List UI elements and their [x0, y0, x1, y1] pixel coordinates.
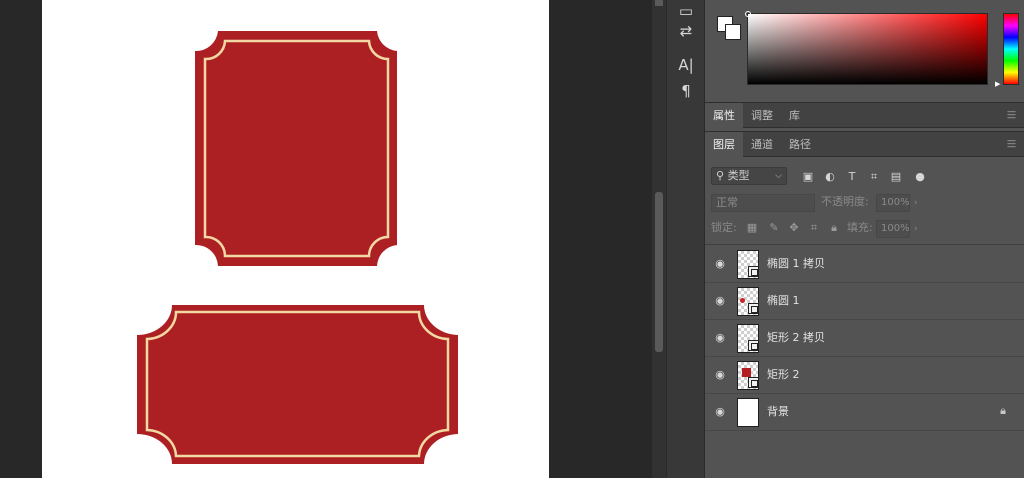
- shape-layer-badge-icon: [748, 303, 759, 314]
- lock-pixels-icon[interactable]: ✎: [767, 221, 781, 235]
- layer-name[interactable]: 椭圆 1: [767, 293, 800, 309]
- red-dot-preview: [740, 298, 745, 303]
- blend-mode-label: 正常: [716, 196, 738, 209]
- layer-row-background[interactable]: ◉ 背景 🔒︎: [705, 394, 1024, 431]
- lock-label: 锁定:: [711, 221, 737, 234]
- eye-icon[interactable]: ◉: [713, 294, 727, 308]
- search-icon: ⚲: [716, 169, 725, 182]
- foreground-color-swatch[interactable]: [725, 24, 741, 40]
- top-frame-shape[interactable]: [195, 31, 397, 266]
- shape-layer-badge-icon: [748, 266, 759, 277]
- right-panel: ▶ 属性 调整 库 — — — 图层 通道 路径 — — — ⚲ 类型 ⌵ ▣ ◐ T …: [704, 0, 1024, 478]
- layer-thumbnail[interactable]: [737, 324, 759, 353]
- canvas-artwork: [137, 31, 458, 464]
- fill-chevron-icon[interactable]: ›: [914, 220, 918, 238]
- eye-icon[interactable]: ◉: [713, 331, 727, 345]
- color-picker-cursor[interactable]: [745, 11, 751, 17]
- layer-thumbnail[interactable]: [737, 250, 759, 279]
- layer-thumbnail[interactable]: [737, 398, 759, 427]
- hue-slider[interactable]: [1003, 13, 1019, 85]
- lock-position-icon[interactable]: ✥: [787, 221, 801, 235]
- scrollbar-top-cap: [655, 0, 663, 6]
- fill-field[interactable]: 100%: [876, 220, 910, 238]
- layers-divider: [705, 244, 1024, 245]
- panel-icon-dock: ▭ ⇄ A| ¶: [666, 0, 704, 478]
- layer-kind-dropdown[interactable]: ⚲ 类型 ⌵: [711, 167, 787, 185]
- smart-object-filter-icon[interactable]: ▤: [889, 170, 903, 184]
- shape-layer-badge-icon: [748, 340, 759, 351]
- layer-thumbnail[interactable]: [737, 287, 759, 316]
- shape-layer-badge-icon: [748, 377, 759, 388]
- layer-row[interactable]: ◉ 椭圆 1 拷贝: [705, 246, 1024, 283]
- hue-slider-marker[interactable]: ▶: [995, 80, 1000, 88]
- layers-panel-menu-icon[interactable]: — — —: [1007, 137, 1017, 152]
- character-icon[interactable]: A|: [675, 54, 697, 76]
- lock-icon[interactable]: 🔒︎: [997, 404, 1009, 418]
- blend-mode-dropdown[interactable]: 正常: [711, 194, 815, 212]
- image-filter-icon[interactable]: ▣: [801, 170, 815, 184]
- filter-toggle-icon[interactable]: ●: [913, 170, 927, 184]
- layer-row[interactable]: ◉ 椭圆 1: [705, 283, 1024, 320]
- comment-icon[interactable]: ▭: [675, 0, 697, 22]
- color-panel: ▶: [705, 0, 1024, 100]
- layers-tabbar: 图层 通道 路径 — — —: [705, 131, 1024, 158]
- layer-row[interactable]: ◉ 矩形 2 拷贝: [705, 320, 1024, 357]
- tab-channels[interactable]: 通道: [743, 132, 781, 158]
- eye-icon[interactable]: ◉: [713, 368, 727, 382]
- fill-label: 填充:: [847, 221, 873, 234]
- layer-name[interactable]: 椭圆 1 拷贝: [767, 256, 825, 272]
- tab-adjustments[interactable]: 调整: [743, 103, 781, 129]
- lock-row: 锁定: ▦ ✎ ✥ ⌗ 🔒︎ 填充: 100% ›: [705, 219, 1024, 241]
- bottom-frame-shape[interactable]: [137, 305, 458, 464]
- opacity-chevron-icon[interactable]: ›: [914, 194, 918, 212]
- properties-tabbar: 属性 调整 库 — — —: [705, 102, 1024, 129]
- lock-artboard-icon[interactable]: ⌗: [807, 221, 821, 235]
- layer-row[interactable]: ◉ 矩形 2: [705, 357, 1024, 394]
- lock-all-icon[interactable]: 🔒︎: [827, 221, 841, 235]
- scrollbar-thumb[interactable]: [655, 192, 663, 352]
- layer-kind-label: 类型: [727, 169, 750, 182]
- shape-filter-icon[interactable]: ⌗: [867, 170, 881, 184]
- photoshop-window: ▭ ⇄ A| ¶ ▶ 属性 调整 库 — — — 图层 通道 路径 — — — ⚲: [0, 0, 1024, 478]
- eye-icon[interactable]: ◉: [713, 257, 727, 271]
- opacity-field[interactable]: 100%: [876, 194, 910, 212]
- color-picker-field[interactable]: [747, 13, 988, 85]
- canvas-vertical-scrollbar[interactable]: [652, 0, 666, 478]
- adjustment-filter-icon[interactable]: ◐: [823, 170, 837, 184]
- tab-properties[interactable]: 属性: [705, 103, 743, 129]
- eye-icon[interactable]: ◉: [713, 405, 727, 419]
- layer-name[interactable]: 背景: [767, 404, 789, 420]
- layer-name[interactable]: 矩形 2: [767, 367, 800, 383]
- paragraph-icon[interactable]: ¶: [675, 80, 697, 102]
- layer-thumbnail[interactable]: [737, 361, 759, 390]
- tab-libraries[interactable]: 库: [781, 103, 808, 129]
- layer-name[interactable]: 矩形 2 拷贝: [767, 330, 825, 346]
- layer-filter-row: ⚲ 类型 ⌵ ▣ ◐ T ⌗ ▤ ●: [705, 163, 1024, 191]
- red-fill-preview: [742, 368, 751, 377]
- tab-layers[interactable]: 图层: [705, 132, 743, 158]
- opacity-label: 不透明度:: [821, 195, 869, 208]
- lock-transparent-icon[interactable]: ▦: [745, 221, 759, 235]
- history-icon[interactable]: ⇄: [675, 20, 697, 42]
- chevron-down-icon: ⌵: [775, 171, 782, 181]
- blend-row: 正常 不透明度: 100% ›: [705, 193, 1024, 215]
- panel-menu-icon[interactable]: — — —: [1007, 108, 1017, 123]
- tab-paths[interactable]: 路径: [781, 132, 819, 158]
- type-filter-icon[interactable]: T: [845, 170, 859, 184]
